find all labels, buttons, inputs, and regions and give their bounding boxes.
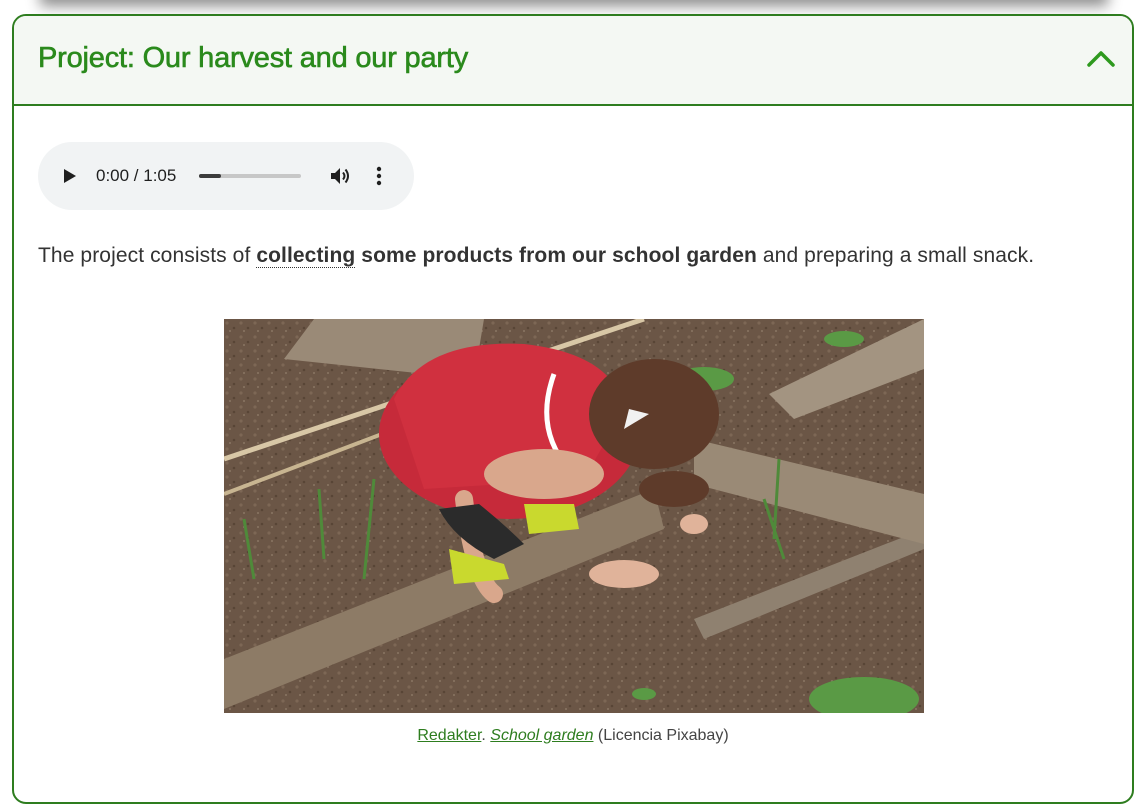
time-display: 0:00 / 1:05	[96, 166, 177, 185]
volume-icon[interactable]	[328, 164, 352, 188]
seek-progress	[199, 174, 222, 178]
more-vertical-icon[interactable]	[372, 164, 386, 188]
description-outro: and preparing a small snack.	[756, 244, 1035, 267]
glossary-term-collecting[interactable]: collecting	[256, 244, 356, 268]
project-description: The project consists of collecting some …	[38, 244, 1118, 268]
description-intro: The project consists of	[38, 244, 257, 267]
caption-title-link[interactable]: School garden	[490, 727, 593, 744]
accordion-header[interactable]: Project: Our harvest and our party	[14, 16, 1132, 106]
panel-title: Project: Our harvest and our party	[38, 42, 469, 75]
figure-caption: Redakter. School garden (Licencia Pixaba…	[14, 727, 1132, 745]
caption-license: (Licencia Pixabay)	[593, 727, 729, 744]
caption-separator: .	[481, 727, 491, 744]
garden-photo	[223, 316, 924, 721]
description-bold-text: some products from our school garden	[355, 244, 757, 267]
chevron-up-icon[interactable]	[1084, 44, 1118, 72]
seek-bar[interactable]	[199, 174, 301, 178]
description-highlight: collecting some products from our school…	[256, 244, 757, 268]
school-garden-image	[223, 316, 924, 721]
audio-player: 0:00 / 1:05	[38, 142, 414, 210]
play-icon[interactable]	[58, 164, 82, 188]
caption-author-link[interactable]: Redakter	[417, 727, 481, 744]
project-accordion-panel: Project: Our harvest and our party 0:00 …	[12, 14, 1134, 804]
